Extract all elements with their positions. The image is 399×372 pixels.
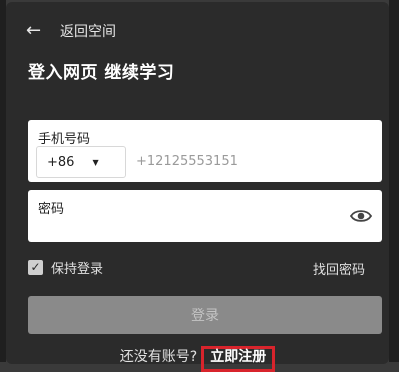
background-strip-right	[389, 0, 399, 362]
phone-input[interactable]: +12125553151	[136, 154, 238, 169]
login-panel: ← 返回空间 登入网页 继续学习 手机号码 +86 ▼ +12125553151…	[6, 2, 389, 372]
country-code-select[interactable]: +86 ▼	[36, 146, 126, 178]
signup-row: 还没有账号? 立即注册	[6, 346, 389, 372]
signup-prompt: 还没有账号?	[119, 349, 198, 365]
forgot-password-link[interactable]: 找回密码	[313, 259, 365, 278]
back-to-space-link[interactable]: ← 返回空间	[26, 20, 116, 42]
password-field[interactable]: 密码	[28, 190, 382, 242]
login-button[interactable]: 登录	[28, 296, 382, 334]
keep-signed-in-checkbox[interactable]: ✓	[28, 260, 43, 275]
keep-signed-in[interactable]: ✓ 保持登录	[28, 258, 103, 277]
signup-link[interactable]: 立即注册	[201, 346, 276, 372]
keep-signed-in-label: 保持登录	[51, 262, 104, 277]
country-code-value: +86	[47, 154, 75, 170]
page-title: 登入网页 继续学习	[28, 63, 175, 83]
password-label: 密码	[38, 202, 65, 217]
phone-label: 手机号码	[38, 132, 91, 147]
back-label: 返回空间	[60, 24, 116, 40]
eye-icon[interactable]	[350, 208, 372, 224]
arrow-left-icon: ←	[26, 20, 42, 41]
caret-down-icon: ▼	[92, 157, 99, 167]
phone-field: 手机号码 +86 ▼ +12125553151	[28, 120, 382, 182]
